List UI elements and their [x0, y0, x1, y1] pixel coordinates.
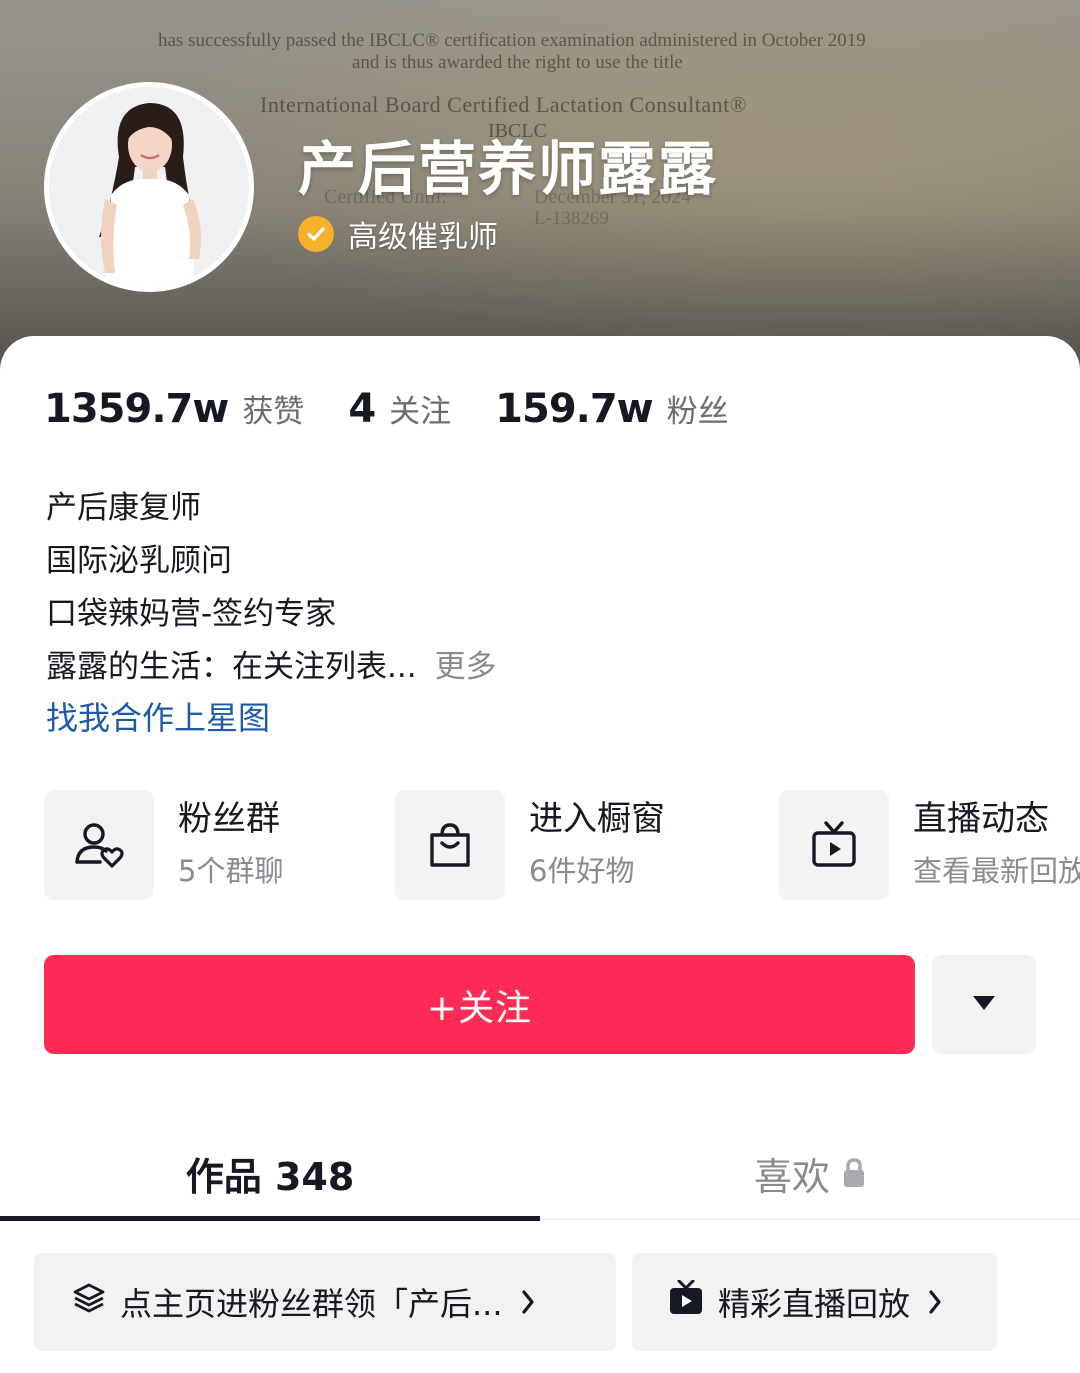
verification-label: 高级催乳师: [348, 220, 498, 255]
stats-row: 1359.7w 获赞 4 关注 159.7w 粉丝: [44, 386, 773, 436]
stat-label: 粉丝: [666, 394, 729, 430]
shortcut-title: 直播动态: [913, 799, 1049, 839]
stat-value: 4: [348, 386, 376, 432]
shortcut-row: 粉丝群 5个群聊 进入橱窗 6件好物 直播动态 查看最新回放: [0, 790, 1080, 900]
fan-group-icon: [44, 790, 154, 900]
cooperation-link[interactable]: 找我合作上星图: [46, 694, 497, 742]
cover-cert-text: has successfully passed the IBCLC® certi…: [158, 30, 866, 51]
stat-value: 1359.7w: [44, 386, 229, 432]
profile-sheet: 1359.7w 获赞 4 关注 159.7w 粉丝 产后康复师 国际泌乳顾问 口…: [0, 336, 1080, 1373]
layers-icon: [72, 1281, 106, 1323]
cover-cert-text: and is thus awarded the right to use the…: [352, 52, 683, 73]
stat-likes[interactable]: 1359.7w 获赞: [44, 386, 304, 432]
bio-line: 产后康复师: [46, 490, 201, 526]
profile-name: 产后营养师露露: [298, 135, 719, 203]
tab-likes[interactable]: 喜欢: [540, 1126, 1080, 1220]
verified-check-icon: [298, 216, 334, 252]
live-tv-icon: [779, 790, 889, 900]
triangle-down-icon: [971, 994, 997, 1015]
live-replay-chip[interactable]: 精彩直播回放: [632, 1253, 997, 1351]
shortcut-subtitle: 6件好物: [529, 854, 635, 888]
avatar[interactable]: [44, 82, 254, 292]
tab-label: 喜欢: [753, 1154, 830, 1199]
chip-label: 点主页进粉丝群领「产后...: [120, 1285, 503, 1323]
shortcut-title: 粉丝群: [178, 799, 280, 839]
shortcut-subtitle: 5个群聊: [178, 854, 284, 888]
lock-icon: [842, 1157, 866, 1189]
tab-label: 作品 348: [185, 1154, 355, 1199]
avatar-image: [49, 87, 249, 287]
bio-more-link[interactable]: 更多: [435, 649, 497, 685]
shortcut-subtitle: 查看最新回放: [913, 854, 1080, 888]
profile-page: has successfully passed the IBCLC® certi…: [0, 0, 1080, 1373]
content-tabs: 作品 348 喜欢: [0, 1126, 1080, 1221]
stat-value: 159.7w: [495, 386, 653, 432]
bio: 产后康复师 国际泌乳顾问 口袋辣妈营-签约专家 露露的生活：在关注列表... 更多…: [46, 482, 497, 742]
verification-badge: 高级催乳师: [298, 212, 498, 256]
fan-group-promo-chip[interactable]: 点主页进粉丝群领「产后...: [34, 1253, 616, 1351]
chevron-right-icon: [521, 1289, 535, 1315]
tab-works[interactable]: 作品 348: [0, 1126, 540, 1220]
shortcut-showcase[interactable]: 进入橱窗 6件好物: [395, 790, 665, 900]
live-replay-icon: [668, 1279, 704, 1324]
bio-line-last: 露露的生活：在关注列表... 更多: [46, 641, 497, 694]
bio-line-text: 露露的生活：在关注列表...: [46, 649, 417, 685]
stat-following[interactable]: 4 关注: [348, 386, 451, 432]
shortcut-fan-group[interactable]: 粉丝群 5个群聊: [44, 790, 283, 900]
stat-label: 获赞: [242, 394, 305, 430]
chip-label: 精彩直播回放: [718, 1285, 911, 1323]
bio-line: 口袋辣妈营-签约专家: [46, 596, 337, 632]
shortcut-title: 进入橱窗: [529, 799, 665, 839]
shortcut-live[interactable]: 直播动态 查看最新回放: [779, 790, 1080, 900]
chevron-right-icon: [928, 1289, 942, 1315]
more-options-button[interactable]: [932, 955, 1036, 1054]
cover-cert-text: L-138269: [534, 208, 609, 229]
tab-active-indicator: [0, 1216, 540, 1221]
cover-cert-text: International Board Certified Lactation …: [260, 92, 747, 117]
stat-label: 关注: [389, 394, 452, 430]
shopping-bag-icon: [395, 790, 505, 900]
stat-followers[interactable]: 159.7w 粉丝: [495, 386, 728, 432]
bio-line: 国际泌乳顾问: [46, 543, 232, 579]
follow-button[interactable]: +关注: [44, 955, 915, 1054]
